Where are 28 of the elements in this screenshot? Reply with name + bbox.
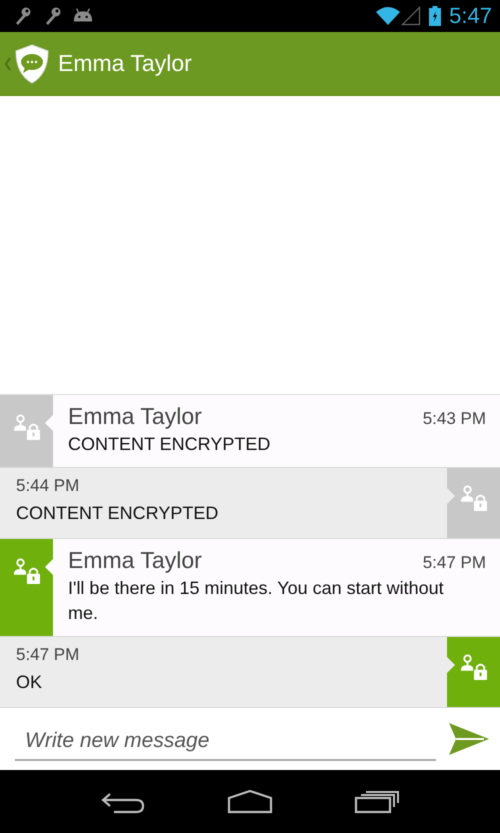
wifi-icon xyxy=(375,6,402,26)
bubble-pointer xyxy=(45,415,53,431)
user-lock-icon xyxy=(14,557,40,585)
home-icon xyxy=(226,790,273,814)
signal-icon xyxy=(401,6,422,26)
message-text: CONTENT ENCRYPTED xyxy=(16,502,220,525)
battery-icon xyxy=(429,6,442,26)
send-icon xyxy=(448,722,490,756)
message-field[interactable]: Write new message xyxy=(15,723,436,761)
contact-name: Emma Taylor xyxy=(58,50,192,77)
message-text: CONTENT ENCRYPTED xyxy=(68,433,272,456)
sender-name: Emma Taylor xyxy=(68,403,202,430)
send-button[interactable] xyxy=(448,722,490,756)
message-time: 5:47 PM xyxy=(422,553,486,573)
back-chevron-icon xyxy=(4,56,12,72)
message-time: 5:44 PM xyxy=(16,476,80,496)
recent-apps-icon xyxy=(354,790,400,814)
sender-name: Emma Taylor xyxy=(68,547,202,574)
message-time: 5:43 PM xyxy=(422,409,486,429)
bubble-pointer xyxy=(45,559,53,575)
user-lock-icon xyxy=(460,653,486,681)
clock-time: 5:47 xyxy=(449,3,492,29)
user-lock-icon xyxy=(14,413,40,441)
message-time: 5:47 PM xyxy=(16,645,80,665)
message-text: I'll be there in 15 minutes. You can start without me. xyxy=(68,577,445,625)
user-lock-icon xyxy=(460,484,486,512)
shield-chat-icon xyxy=(14,44,50,84)
message-text: OK xyxy=(16,671,44,694)
